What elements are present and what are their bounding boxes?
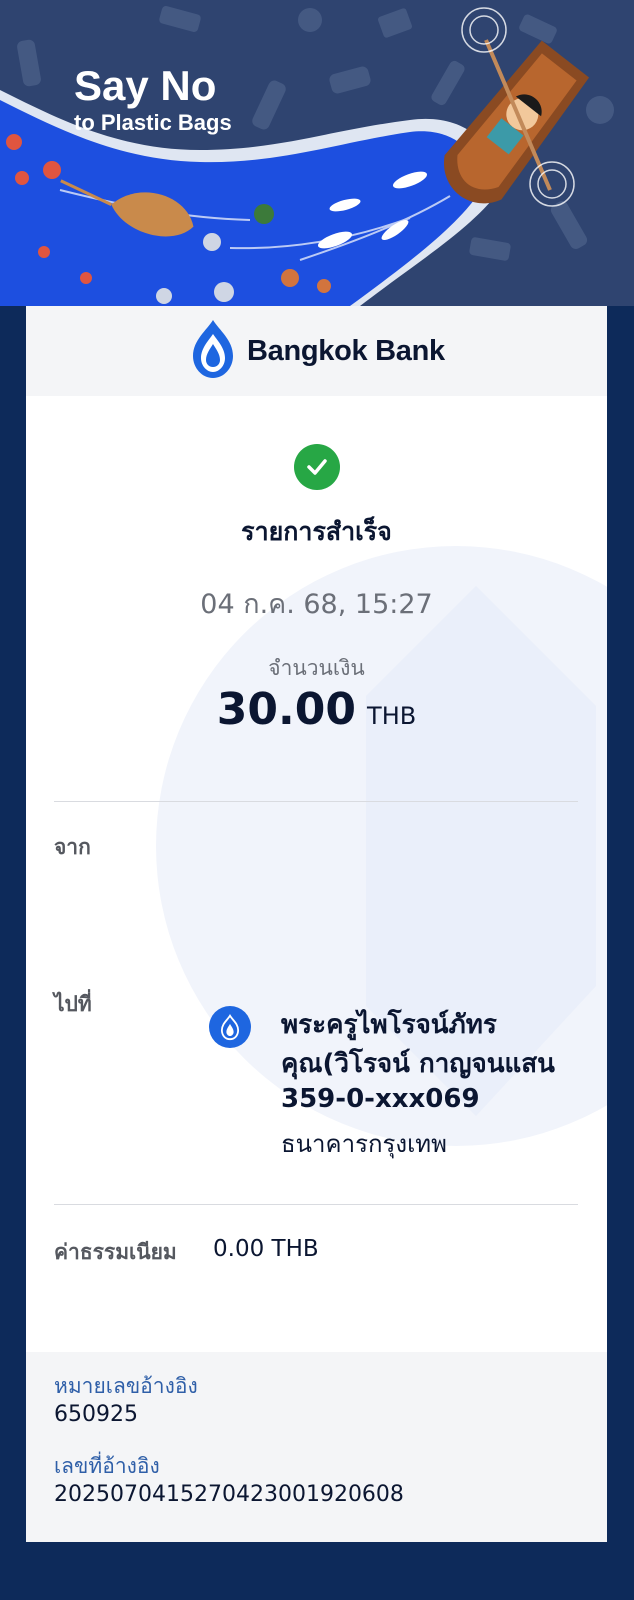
- reference-number-value: 650925: [54, 1402, 138, 1427]
- fee-value: 0.00 THB: [213, 1236, 319, 1262]
- amount-label: จำนวนเงิน: [268, 656, 365, 680]
- from-label: จาก: [54, 835, 91, 859]
- reference-section: หมายเลขอ้างอิง 650925 เลขที่อ้างอิง 2025…: [26, 1352, 607, 1542]
- transaction-ref-label: เลขที่อ้างอิง: [54, 1454, 160, 1478]
- recipient-account: 359-0-xxx069: [281, 1084, 480, 1114]
- bank-name: Bangkok Bank: [247, 334, 445, 367]
- bank-logo: Bangkok Bank: [189, 320, 445, 382]
- recipient-bank-icon: [209, 1006, 251, 1048]
- to-label: ไปที่: [54, 992, 92, 1016]
- divider: [54, 1204, 578, 1205]
- transaction-datetime: 04 ก.ค. 68, 15:27: [200, 589, 433, 620]
- amount-row: 30.00 THB: [26, 684, 607, 735]
- bangkok-bank-lotus-icon: [189, 318, 237, 384]
- transaction-status: รายการสำเร็จ: [241, 517, 392, 546]
- amount-value: 30.00: [216, 684, 356, 735]
- divider: [54, 801, 578, 802]
- recipient-name: พระครูไพโรจน์ภัทร คุณ(วิโรจน์ กาญจนแสน: [281, 1006, 581, 1084]
- banner-illustration: [0, 0, 634, 306]
- fee-label: ค่าธรรมเนียม: [54, 1240, 177, 1264]
- receipt-header: Bangkok Bank: [26, 306, 607, 396]
- reference-number-label: หมายเลขอ้างอิง: [54, 1374, 198, 1398]
- check-circle-icon: [294, 444, 340, 490]
- transaction-ref-value: 2025070415270423001920608: [54, 1482, 404, 1507]
- recipient-name-line1: พระครูไพโรจน์ภัทร: [281, 1010, 497, 1040]
- recipient-bank: ธนาคารกรุงเทพ: [281, 1130, 447, 1158]
- campaign-banner: Say No to Plastic Bags: [0, 0, 634, 306]
- banner-subtitle: to Plastic Bags: [74, 110, 232, 135]
- amount-currency: THB: [367, 702, 417, 730]
- recipient-name-line2: คุณ(วิโรจน์ กาญจนแสน: [281, 1049, 555, 1079]
- banner-title: Say No: [74, 62, 217, 109]
- receipt-card: Bangkok Bank รายการสำเร็จ 04 ก.ค. 68, 15…: [26, 306, 607, 1542]
